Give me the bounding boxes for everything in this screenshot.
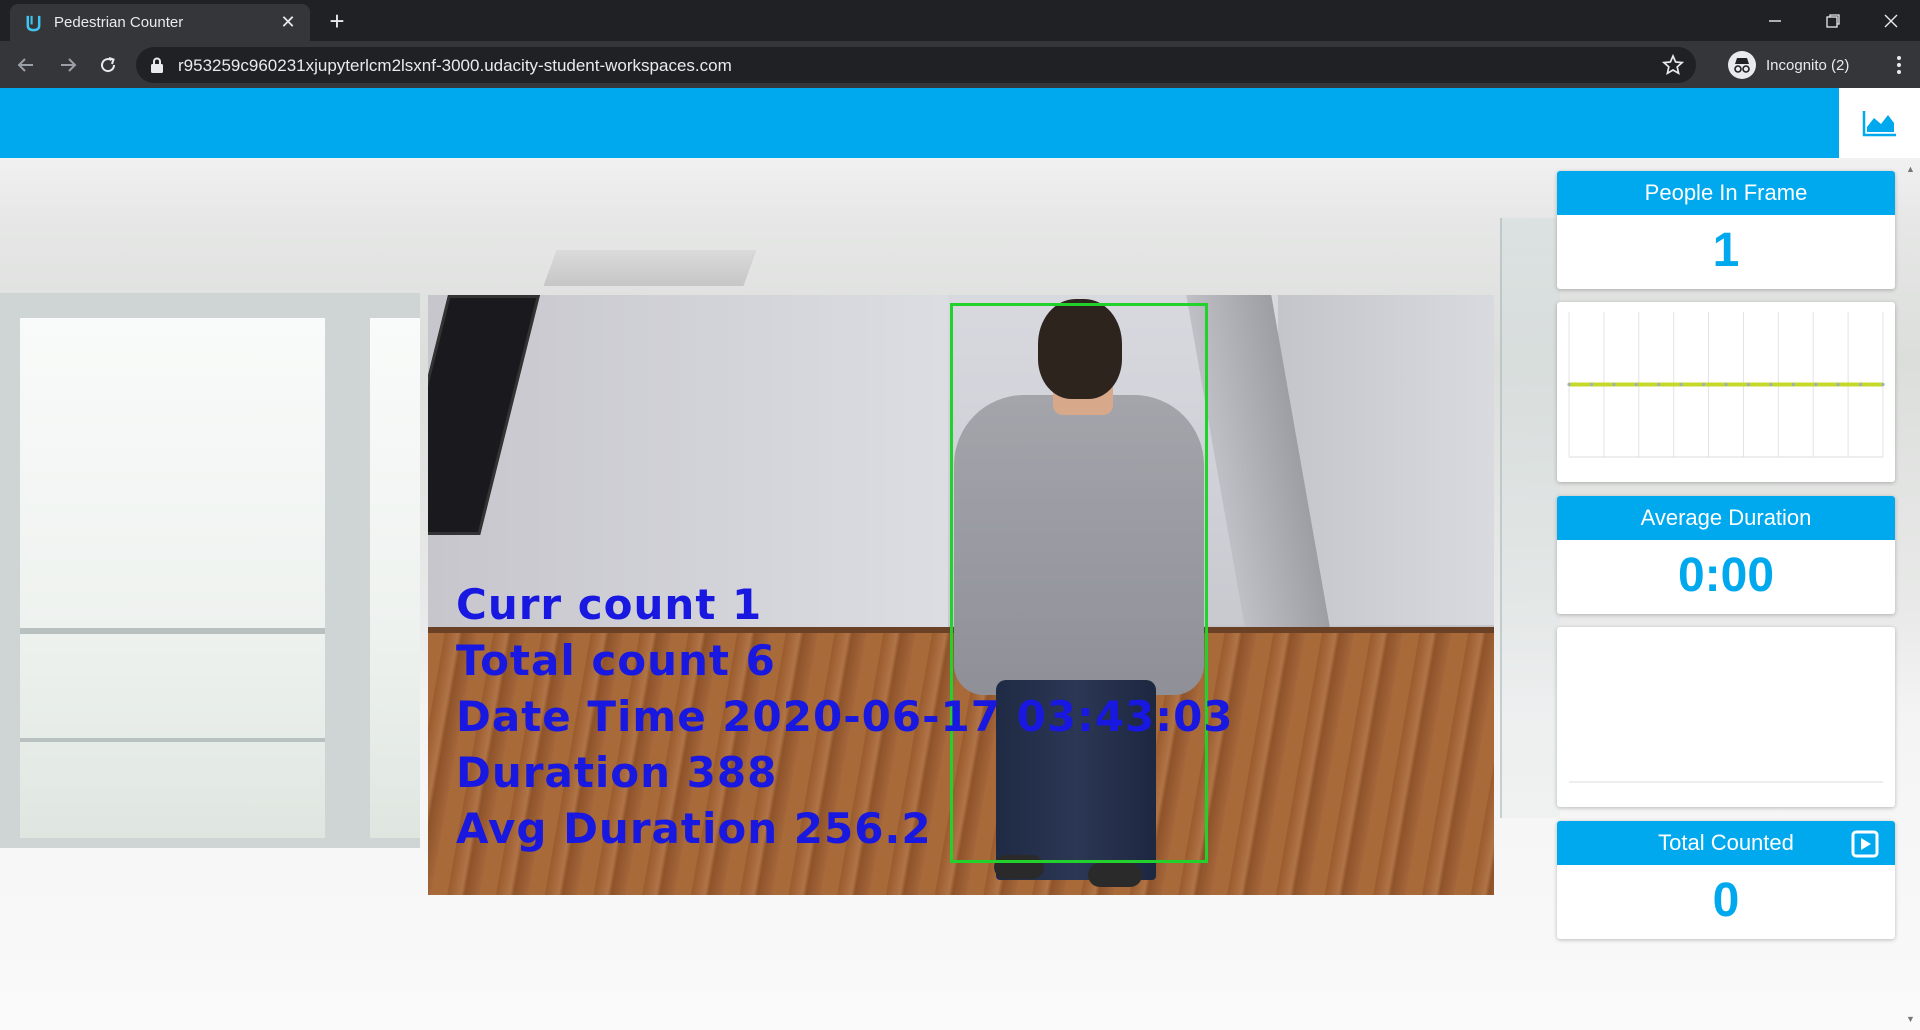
people-chart-card	[1557, 302, 1895, 482]
address-bar[interactable]: r953259c960231xjupyterlcm2lsxnf-3000.uda…	[136, 47, 1696, 83]
tab-strip: Pedestrian Counter ✕ +	[0, 0, 1920, 41]
data-point	[1836, 382, 1840, 387]
card-title: Total Counted	[1658, 830, 1794, 855]
lock-icon	[151, 57, 163, 73]
data-point	[1769, 382, 1773, 387]
window-rail	[20, 628, 325, 634]
area-chart-icon	[1862, 111, 1896, 137]
minimize-button[interactable]	[1746, 0, 1804, 41]
person-shoe	[1088, 863, 1142, 887]
bookmark-star-icon[interactable]	[1662, 54, 1684, 76]
data-point	[1612, 382, 1616, 387]
page: Curr count 1 Total count 6 Date Time 202…	[0, 88, 1920, 1030]
back-button[interactable]	[10, 49, 42, 81]
data-point	[1746, 382, 1751, 387]
close-icon	[1884, 14, 1898, 27]
overlay-avg-duration: Avg Duration 256.2	[456, 804, 932, 853]
glass-wall	[1500, 218, 1560, 818]
arrow-left-icon	[17, 58, 33, 72]
duration-chart	[1569, 781, 1883, 783]
data-point	[1701, 382, 1706, 387]
data-point	[1858, 382, 1863, 387]
tab-title: Pedestrian Counter	[54, 14, 184, 31]
data-point	[1724, 382, 1728, 387]
window-rail	[20, 738, 325, 742]
incognito-icon	[1728, 51, 1756, 79]
window-glass	[370, 318, 420, 838]
scroll-up-arrow[interactable]: ▲	[1906, 164, 1916, 174]
overlay-date-time: Date Time 2020-06-17 03:43:03	[456, 692, 1234, 741]
play-icon[interactable]	[1851, 830, 1879, 858]
udacity-logo-icon	[26, 15, 41, 32]
data-point	[1679, 382, 1683, 387]
stats-toggle-button[interactable]	[1839, 88, 1920, 158]
arrow-right-icon	[61, 58, 77, 72]
tab-pedestrian-counter[interactable]: Pedestrian Counter ✕	[10, 4, 310, 41]
card-title: Average Duration	[1557, 496, 1895, 540]
ceiling-vent	[543, 250, 757, 286]
overlay-current-count: Curr count 1	[456, 580, 763, 629]
scroll-down-arrow[interactable]: ▼	[1906, 1014, 1916, 1024]
restore-button[interactable]	[1804, 0, 1862, 41]
data-point	[1791, 382, 1795, 387]
data-point	[1589, 382, 1594, 387]
overlay-duration: Duration 388	[456, 748, 778, 797]
url-text: r953259c960231xjupyterlcm2lsxnf-3000.uda…	[178, 56, 732, 75]
total-counted-value: 0	[1712, 874, 1740, 927]
data-point	[1634, 382, 1638, 387]
restore-icon	[1826, 13, 1840, 28]
video-frame: Curr count 1 Total count 6 Date Time 202…	[428, 295, 1494, 895]
tab-close-icon[interactable]: ✕	[276, 10, 300, 34]
data-point	[1657, 382, 1661, 387]
people-in-frame-card: People In Frame 1	[1557, 171, 1895, 289]
average-duration-card: Average Duration 0:00	[1557, 496, 1895, 614]
video-overlay-text: Curr count 1 Total count 6 Date Time 202…	[456, 577, 1234, 857]
people-chart	[1567, 312, 1885, 458]
duration-chart-card	[1557, 627, 1895, 807]
incognito-label: Incognito (2)	[1766, 56, 1850, 74]
close-window-button[interactable]	[1862, 0, 1920, 41]
data-point	[1814, 382, 1818, 387]
app-header	[0, 88, 1839, 158]
total-counted-card: Total Counted 0	[1557, 821, 1895, 939]
incognito-profile-button[interactable]: Incognito (2)	[1728, 48, 1849, 82]
card-header: Total Counted	[1557, 821, 1895, 865]
browser-toolbar: r953259c960231xjupyterlcm2lsxnf-3000.uda…	[0, 41, 1920, 88]
people-in-frame-value: 1	[1712, 224, 1740, 277]
average-duration-value: 0:00	[1677, 549, 1775, 602]
browser-menu-icon[interactable]	[1890, 49, 1908, 81]
reload-button[interactable]	[92, 49, 124, 81]
window-glass	[20, 318, 325, 838]
card-title: People In Frame	[1557, 171, 1895, 215]
window-controls	[1746, 0, 1920, 41]
new-tab-button[interactable]: +	[322, 6, 352, 36]
minimize-icon	[1769, 19, 1781, 22]
data-point	[1567, 382, 1571, 387]
reload-icon	[101, 57, 116, 73]
data-point	[1881, 382, 1885, 387]
overlay-total-count: Total count 6	[456, 636, 776, 685]
forward-button[interactable]	[52, 49, 84, 81]
